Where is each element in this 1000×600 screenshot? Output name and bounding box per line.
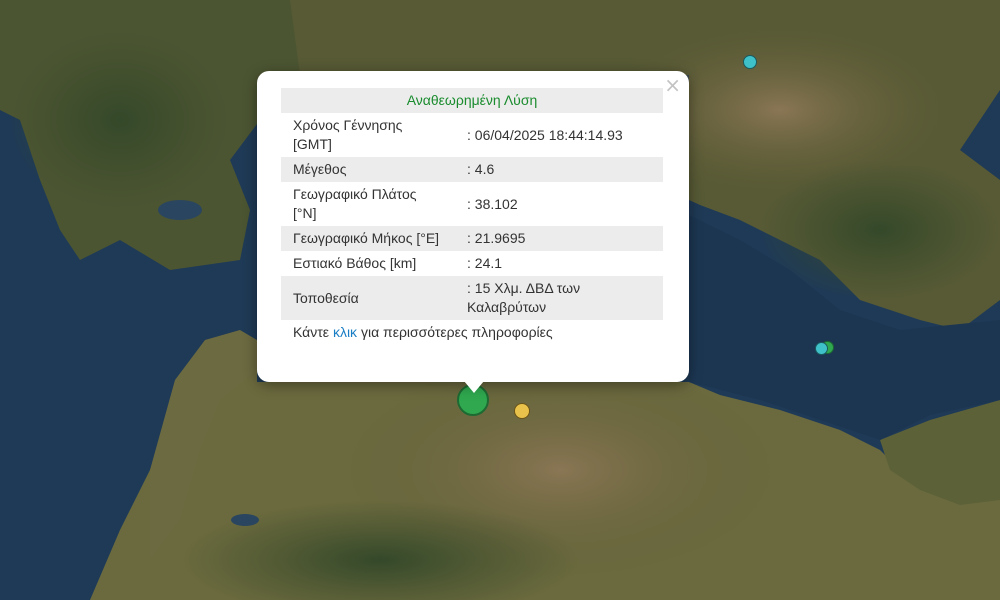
row-label: Μέγεθος xyxy=(281,157,455,182)
popup-pointer xyxy=(464,381,484,393)
row-value: : 21.9695 xyxy=(455,226,663,251)
table-row: Χρόνος Γέννησης [GMT] : 06/04/2025 18:44… xyxy=(281,113,663,157)
row-label: Γεωγραφικό Μήκος [°E] xyxy=(281,226,455,251)
row-value: : 15 Χλμ. ΔΒΔ των Καλαβρύτων xyxy=(455,276,663,320)
row-value: : 24.1 xyxy=(467,255,503,271)
row-value: : 06/04/2025 18:44:14.93 xyxy=(467,126,623,143)
table-row: Γεωγραφικό Πλάτος [°N] : 38.102 xyxy=(281,182,663,226)
earthquake-info-popup: × Αναθεωρημένη Λύση Χρόνος Γέννησης [GMT… xyxy=(257,71,689,382)
table-row: Γεωγραφικό Μήκος [°E] : 21.9695 xyxy=(281,226,663,251)
more-info-link[interactable]: κλικ xyxy=(333,324,357,340)
row-label: Εστιακό Βάθος [km] xyxy=(293,255,417,271)
forest-area xyxy=(10,30,230,210)
row-value: : 38.102 xyxy=(467,195,518,212)
info-table: Αναθεωρημένη Λύση Χρόνος Γέννησης [GMT] … xyxy=(281,88,663,320)
row-label: Χρόνος Γέννησης [GMT] xyxy=(293,117,403,152)
row-label: Γεωγραφικό Πλάτος [°N] xyxy=(293,186,417,221)
more-info-line: Κάντε κλικ για περισσότερες πληροφορίες xyxy=(281,324,665,340)
row-value: : 4.6 xyxy=(455,157,663,182)
more-suffix: για περισσότερες πληροφορίες xyxy=(360,324,553,340)
lake xyxy=(158,200,202,220)
table-row: Τοποθεσία : 15 Χλμ. ΔΒΔ των Καλαβρύτων xyxy=(281,276,663,320)
close-icon[interactable]: × xyxy=(664,75,681,95)
table-row: Αναθεωρημένη Λύση xyxy=(281,88,663,113)
popup-title: Αναθεωρημένη Λύση xyxy=(281,88,663,113)
lake xyxy=(231,514,259,526)
earthquake-marker-cyan[interactable] xyxy=(815,342,828,355)
table-row: Μέγεθος : 4.6 xyxy=(281,157,663,182)
earthquake-marker-cyan[interactable] xyxy=(743,55,757,69)
more-prefix: Κάντε xyxy=(293,324,330,340)
table-row: Εστιακό Βάθος [km] : 24.1 xyxy=(281,251,663,276)
earthquake-marker-yellow[interactable] xyxy=(514,403,530,419)
row-label: Τοποθεσία xyxy=(281,276,455,320)
